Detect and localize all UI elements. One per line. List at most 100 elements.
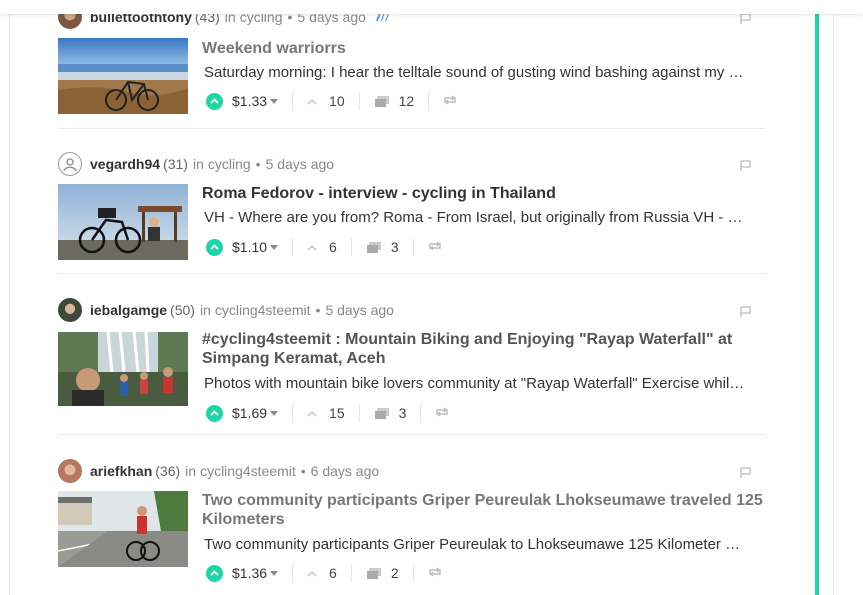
community-link[interactable]: cycling4steemit: [215, 302, 311, 318]
payout-dropdown-caret[interactable]: [270, 410, 279, 416]
post-divider: [58, 128, 766, 129]
payout-value[interactable]: $1.36: [232, 565, 267, 581]
top-header-bar: [0, 0, 863, 14]
post-meta: iebalgamge (50) in cycling4steemit • 5 d…: [58, 298, 394, 322]
post-excerpt[interactable]: VH - Where are you from? Roma - From Isr…: [204, 209, 764, 226]
author-link[interactable]: ariefkhan: [90, 463, 152, 479]
post-excerpt[interactable]: Two community participants Griper Peureu…: [204, 536, 764, 553]
comments-count[interactable]: 12: [374, 93, 415, 109]
comments-count[interactable]: 3: [366, 239, 399, 255]
footer-divider: [428, 92, 430, 110]
post-meta: vegardh94 (31) in cycling • 5 days ago: [58, 152, 335, 176]
footer-divider: [292, 404, 294, 422]
upvote-button[interactable]: [206, 238, 223, 256]
footer-divider: [420, 404, 422, 422]
reblog-icon[interactable]: [435, 405, 449, 421]
comments-count[interactable]: 3: [374, 405, 407, 421]
comments-value: 3: [390, 239, 399, 255]
author-link[interactable]: vegardh94: [90, 156, 160, 172]
votes-count[interactable]: 6: [307, 239, 337, 255]
author-reputation: (50): [170, 302, 195, 318]
upvote-button[interactable]: [206, 564, 223, 582]
votes-value: 6: [329, 239, 337, 255]
reblog-icon[interactable]: [428, 565, 442, 581]
bullet-separator: •: [300, 463, 306, 479]
in-label: in: [199, 302, 211, 318]
flag-icon[interactable]: [740, 466, 752, 478]
votes-value: 6: [329, 565, 337, 581]
post-footer: $1.10 6 3: [206, 236, 442, 258]
post-footer: $1.36 6 2: [206, 562, 442, 584]
payout-value[interactable]: $1.33: [232, 93, 267, 109]
right-accent-bar: [815, 0, 819, 595]
community-link[interactable]: cycling: [208, 156, 251, 172]
chevron-up-icon: [307, 98, 317, 104]
post-title[interactable]: Roma Fedorov - interview - cycling in Th…: [202, 184, 768, 203]
comments-icon: [366, 567, 381, 579]
author-reputation: (31): [163, 156, 188, 172]
comments-icon: [374, 95, 389, 107]
bullet-separator: •: [255, 156, 261, 172]
post-title[interactable]: Two community participants Griper Peureu…: [202, 491, 768, 529]
footer-divider: [412, 238, 414, 256]
default-avatar-icon[interactable]: [58, 152, 82, 176]
post-title[interactable]: #cycling4steemit : Mountain Biking and E…: [202, 330, 768, 368]
post-divider: [58, 273, 766, 274]
payout-dropdown-caret[interactable]: [270, 244, 279, 250]
community-link[interactable]: cycling4steemit: [200, 463, 296, 479]
comments-icon: [366, 241, 381, 253]
upvote-button[interactable]: [206, 92, 223, 110]
post-meta: ariefkhan (36) in cycling4steemit • 6 da…: [58, 459, 380, 483]
post-age[interactable]: 5 days ago: [266, 156, 335, 172]
post-age[interactable]: 6 days ago: [311, 463, 380, 479]
post-thumbnail[interactable]: [58, 332, 188, 406]
in-label: in: [185, 463, 197, 479]
flag-icon[interactable]: [740, 305, 752, 317]
reblog-icon[interactable]: [443, 93, 457, 109]
reblog-icon[interactable]: [428, 239, 442, 255]
footer-divider: [350, 564, 352, 582]
payout-dropdown-caret[interactable]: [270, 570, 279, 576]
footer-divider: [292, 564, 294, 582]
comments-value: 12: [398, 93, 415, 109]
votes-count[interactable]: 10: [307, 93, 345, 109]
post-divider: [58, 434, 766, 435]
avatar[interactable]: [58, 459, 82, 483]
author-reputation: (36): [155, 463, 181, 479]
post-excerpt[interactable]: Saturday morning: I hear the telltale so…: [204, 64, 764, 81]
post-thumbnail[interactable]: [58, 491, 188, 567]
post-thumbnail[interactable]: [58, 184, 188, 260]
bullet-separator: •: [315, 302, 321, 318]
post-thumbnail[interactable]: [58, 38, 188, 114]
footer-divider: [358, 404, 360, 422]
post-age[interactable]: 5 days ago: [325, 302, 394, 318]
comments-count[interactable]: 2: [366, 565, 399, 581]
post-footer: $1.33 10 12: [206, 90, 457, 112]
footer-divider: [412, 564, 414, 582]
votes-value: 15: [329, 405, 345, 421]
payout-dropdown-caret[interactable]: [270, 98, 279, 104]
post-title[interactable]: Weekend warriorrs: [202, 39, 768, 58]
flag-icon[interactable]: [740, 159, 752, 171]
author-link[interactable]: iebalgamge: [90, 302, 167, 318]
votes-count[interactable]: 15: [307, 405, 345, 421]
avatar[interactable]: [58, 298, 82, 322]
chevron-up-icon: [307, 570, 317, 576]
payout-value[interactable]: $1.10: [232, 239, 267, 255]
chevron-up-icon: [307, 244, 317, 250]
footer-divider: [292, 238, 294, 256]
left-column-border: [9, 0, 10, 595]
footer-divider: [358, 92, 360, 110]
post-excerpt[interactable]: Photos with mountain bike lovers communi…: [204, 375, 764, 392]
upvote-button[interactable]: [206, 404, 223, 422]
votes-value: 10: [329, 93, 345, 109]
footer-divider: [350, 238, 352, 256]
comments-icon: [374, 407, 389, 419]
votes-count[interactable]: 6: [307, 565, 337, 581]
footer-divider: [292, 92, 294, 110]
comments-value: 3: [398, 405, 407, 421]
post-footer: $1.69 15 3: [206, 402, 449, 424]
comments-value: 2: [390, 565, 399, 581]
in-label: in: [192, 156, 204, 172]
payout-value[interactable]: $1.69: [232, 405, 267, 421]
